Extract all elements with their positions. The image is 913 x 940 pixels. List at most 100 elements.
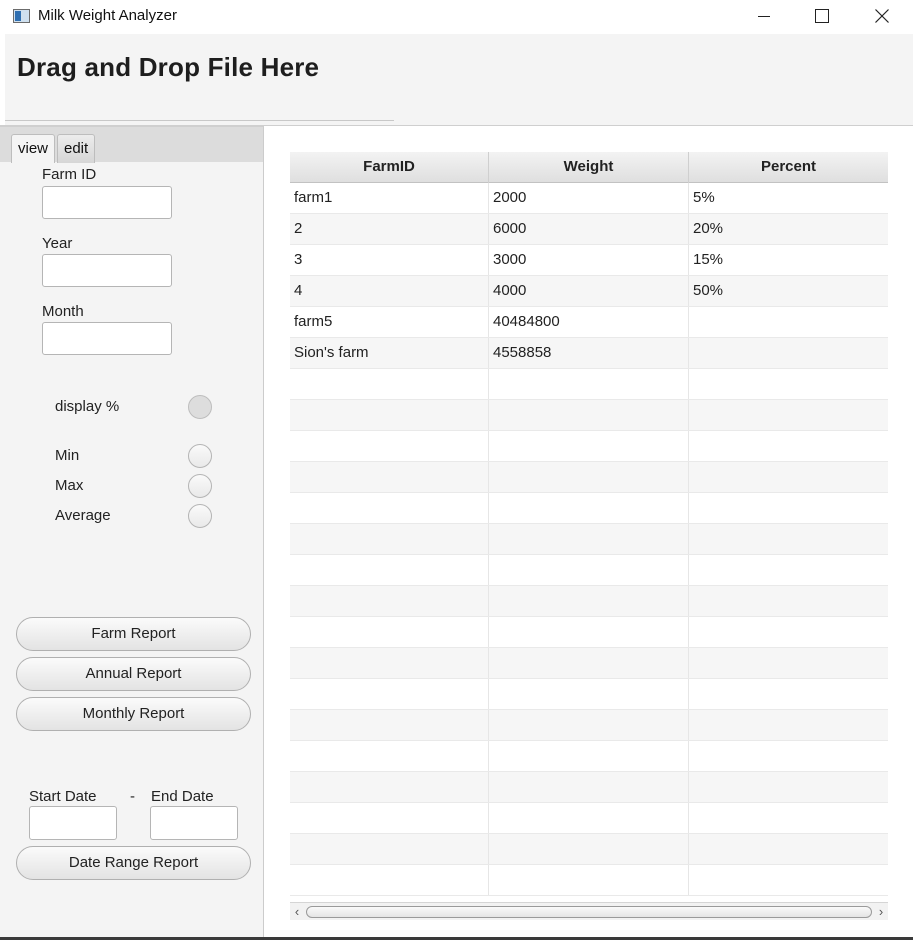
end-date-label: End Date <box>151 788 214 805</box>
close-button[interactable] <box>860 2 904 30</box>
cell-weight <box>489 462 689 492</box>
start-date-input[interactable] <box>29 806 117 840</box>
month-input[interactable] <box>42 322 172 355</box>
cell-percent <box>689 524 888 554</box>
min-radio[interactable] <box>188 444 212 468</box>
cell-farmid <box>290 710 489 740</box>
cell-percent <box>689 679 888 709</box>
cell-farmid <box>290 493 489 523</box>
cell-weight <box>489 369 689 399</box>
cell-farmid <box>290 369 489 399</box>
app-icon <box>13 9 30 23</box>
table-row[interactable] <box>290 679 888 710</box>
farm-report-button[interactable]: Farm Report <box>16 617 251 651</box>
max-radio[interactable] <box>188 474 212 498</box>
table-row[interactable] <box>290 524 888 555</box>
control-panel: view edit Farm ID Year Month display % M… <box>0 126 264 940</box>
drop-zone[interactable]: Drag and Drop File Here <box>5 34 913 125</box>
table-row[interactable] <box>290 803 888 834</box>
table-row[interactable] <box>290 617 888 648</box>
cell-percent: 20% <box>693 220 724 237</box>
year-label: Year <box>42 235 73 252</box>
horizontal-scrollbar[interactable]: ‹ › <box>290 902 888 920</box>
date-separator: - <box>130 788 135 805</box>
cell-percent <box>689 865 888 895</box>
table-row[interactable] <box>290 586 888 617</box>
column-header-farmid[interactable]: FarmID <box>290 152 489 183</box>
annual-report-button[interactable]: Annual Report <box>16 657 251 691</box>
average-radio[interactable] <box>188 504 212 528</box>
farm-id-input[interactable] <box>42 186 172 219</box>
cell-weight <box>489 803 689 833</box>
table-row[interactable]: 3 3000 15% <box>290 245 888 276</box>
tab-edit[interactable]: edit <box>57 134 96 163</box>
cell-weight: 4000 <box>489 276 689 306</box>
display-percent-radio[interactable] <box>188 395 212 419</box>
cell-farmid <box>290 524 489 554</box>
table-row[interactable] <box>290 555 888 586</box>
cell-farmid <box>290 741 489 771</box>
cell-weight <box>489 431 689 461</box>
title-bar: Milk Weight Analyzer <box>0 0 913 34</box>
table-row[interactable] <box>290 648 888 679</box>
cell-weight <box>489 586 689 616</box>
table-row[interactable]: 2 6000 20% <box>290 214 888 245</box>
cell-weight <box>489 865 689 895</box>
scroll-thumb[interactable] <box>306 906 872 918</box>
table-row[interactable] <box>290 493 888 524</box>
cell-weight <box>489 772 689 802</box>
cell-farmid: farm1 <box>290 183 489 213</box>
cell-percent <box>689 493 888 523</box>
cell-percent <box>689 741 888 771</box>
farm-id-label: Farm ID <box>42 166 97 183</box>
year-input[interactable] <box>42 254 172 287</box>
cell-weight: 3000 <box>489 245 689 275</box>
table-row[interactable] <box>290 400 888 431</box>
table-row[interactable] <box>290 772 888 803</box>
results-panel: FarmID Weight Percent farm1 2000 5% 2 6000 20… <box>265 126 913 940</box>
cell-percent <box>689 555 888 585</box>
minimize-button[interactable] <box>742 2 786 30</box>
table-row[interactable]: farm5 40484800 <box>290 307 888 338</box>
tab-view[interactable]: view <box>11 134 56 163</box>
cell-farmid <box>290 834 489 864</box>
table-row[interactable] <box>290 834 888 865</box>
scroll-right-icon[interactable]: › <box>874 904 888 920</box>
table-row[interactable]: 4 4000 50% <box>290 276 888 307</box>
table-row[interactable]: farm1 2000 5% <box>290 183 888 214</box>
table-row[interactable] <box>290 710 888 741</box>
cell-weight <box>489 710 689 740</box>
table-row[interactable] <box>290 431 888 462</box>
table-row[interactable] <box>290 462 888 493</box>
scroll-left-icon[interactable]: ‹ <box>290 904 304 920</box>
column-header-weight[interactable]: Weight <box>489 152 689 183</box>
end-date-input[interactable] <box>150 806 238 840</box>
cell-farmid <box>290 400 489 430</box>
cell-percent <box>689 431 888 461</box>
cell-weight: 4558858 <box>489 338 689 368</box>
tab-bar: view edit <box>0 126 263 163</box>
maximize-button[interactable] <box>800 2 844 30</box>
cell-farmid: 2 <box>290 214 489 244</box>
table-row[interactable]: Sion's farm 4558858 <box>290 338 888 369</box>
cell-percent <box>689 772 888 802</box>
cell-weight: 6000 <box>489 214 689 244</box>
cell-farmid <box>290 462 489 492</box>
cell-weight <box>489 400 689 430</box>
cell-farmid <box>290 803 489 833</box>
cell-weight <box>489 524 689 554</box>
date-range-report-button[interactable]: Date Range Report <box>16 846 251 880</box>
table-row[interactable] <box>290 741 888 772</box>
table-row[interactable] <box>290 369 888 400</box>
table-row[interactable] <box>290 865 888 896</box>
table-body: farm1 2000 5% 2 6000 20% 3 3000 15% 4 4000 50% farm5… <box>290 183 888 896</box>
cell-percent: 15% <box>693 251 724 268</box>
window-title: Milk Weight Analyzer <box>38 7 177 24</box>
cell-percent <box>689 369 888 399</box>
cell-percent: 50% <box>693 282 724 299</box>
cell-percent <box>689 803 888 833</box>
cell-percent <box>689 648 888 678</box>
monthly-report-button[interactable]: Monthly Report <box>16 697 251 731</box>
cell-weight <box>489 555 689 585</box>
column-header-percent[interactable]: Percent <box>689 152 888 183</box>
